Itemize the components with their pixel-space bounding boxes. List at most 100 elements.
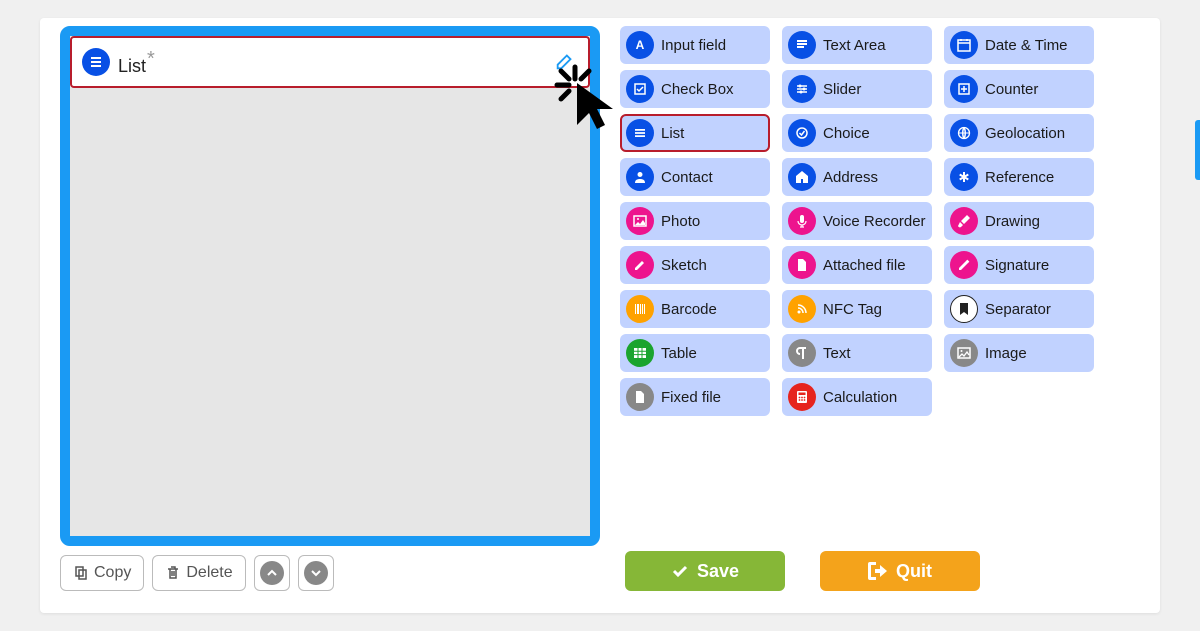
palette-item-geolocation[interactable]: Geolocation xyxy=(944,114,1094,152)
palette-item-label: Check Box xyxy=(661,81,734,98)
palette-item-separator[interactable]: Separator xyxy=(944,290,1094,328)
palette-item-label: Table xyxy=(661,345,697,362)
textarea-icon xyxy=(788,31,816,59)
palette-item-address[interactable]: Address xyxy=(782,158,932,196)
element-toolbar: Copy Delete xyxy=(60,555,334,591)
palette-item-image[interactable]: Image xyxy=(944,334,1094,372)
palette-item-text[interactable]: Text xyxy=(782,334,932,372)
file-icon xyxy=(788,251,816,279)
home-icon xyxy=(788,163,816,191)
palette-item-label: Slider xyxy=(823,81,861,98)
palette-item-label: Barcode xyxy=(661,301,717,318)
list-icon xyxy=(82,48,110,76)
delete-button[interactable]: Delete xyxy=(152,555,245,591)
palette-item-check-box[interactable]: Check Box xyxy=(620,70,770,108)
slider-icon xyxy=(788,75,816,103)
chevron-up-icon xyxy=(260,561,284,585)
edit-icon[interactable] xyxy=(554,50,578,74)
exit-icon xyxy=(868,562,888,580)
photo-icon xyxy=(626,207,654,235)
palette-item-label: Text Area xyxy=(823,37,886,54)
barcode-icon xyxy=(626,295,654,323)
trash-icon xyxy=(165,565,181,581)
palette-item-fixed-file[interactable]: Fixed file xyxy=(620,378,770,416)
palette-item-label: Choice xyxy=(823,125,870,142)
canvas-field-list[interactable]: List* xyxy=(70,36,590,88)
save-label: Save xyxy=(697,561,739,582)
palette-item-barcode[interactable]: Barcode xyxy=(620,290,770,328)
delete-label: Delete xyxy=(186,564,232,582)
palette-item-label: List xyxy=(661,125,684,142)
palette-item-label: Attached file xyxy=(823,257,906,274)
palette-item-table[interactable]: Table xyxy=(620,334,770,372)
palette-item-counter[interactable]: Counter xyxy=(944,70,1094,108)
palette-item-label: Image xyxy=(985,345,1027,362)
palette-item-input-field[interactable]: AInput field xyxy=(620,26,770,64)
file-icon xyxy=(626,383,654,411)
palette-item-label: Sketch xyxy=(661,257,707,274)
palette-item-label: Voice Recorder xyxy=(823,213,926,230)
palette-item-reference[interactable]: Reference xyxy=(944,158,1094,196)
save-button[interactable]: Save xyxy=(625,551,785,591)
pencil-icon xyxy=(626,251,654,279)
palette-item-label: Signature xyxy=(985,257,1049,274)
palette-item-label: Text xyxy=(823,345,851,362)
palette-item-attached-file[interactable]: Attached file xyxy=(782,246,932,284)
letter-a-icon: A xyxy=(626,31,654,59)
palette-item-label: Contact xyxy=(661,169,713,186)
check-circle-icon xyxy=(788,119,816,147)
palette-item-label: Address xyxy=(823,169,878,186)
palette-item-sketch[interactable]: Sketch xyxy=(620,246,770,284)
palette-item-label: Calculation xyxy=(823,389,897,406)
palette-item-text-area[interactable]: Text Area xyxy=(782,26,932,64)
svg-text:A: A xyxy=(636,38,645,52)
brush-icon xyxy=(950,207,978,235)
list-icon xyxy=(626,119,654,147)
quit-button[interactable]: Quit xyxy=(820,551,980,591)
mic-icon xyxy=(788,207,816,235)
palette-item-nfc-tag[interactable]: NFC Tag xyxy=(782,290,932,328)
calendar-icon xyxy=(950,31,978,59)
field-palette: AInput field Check Box List Contact Photo Ske… xyxy=(620,26,1094,416)
palette-item-label: Counter xyxy=(985,81,1038,98)
quit-label: Quit xyxy=(896,561,932,582)
palette-column: Date & Time Counter Geolocation Reference Dr… xyxy=(944,26,1094,416)
palette-item-drawing[interactable]: Drawing xyxy=(944,202,1094,240)
palette-item-list[interactable]: List xyxy=(620,114,770,152)
person-icon xyxy=(626,163,654,191)
palette-column: AInput field Check Box List Contact Photo Ske… xyxy=(620,26,770,416)
palette-item-slider[interactable]: Slider xyxy=(782,70,932,108)
palette-item-contact[interactable]: Contact xyxy=(620,158,770,196)
copy-label: Copy xyxy=(94,564,131,582)
palette-item-label: Drawing xyxy=(985,213,1040,230)
move-up-button[interactable] xyxy=(254,555,290,591)
image-icon xyxy=(950,339,978,367)
plus-box-icon xyxy=(950,75,978,103)
chevron-down-icon xyxy=(304,561,328,585)
action-bar: Save Quit xyxy=(625,551,980,591)
table-icon xyxy=(626,339,654,367)
calculator-icon xyxy=(788,383,816,411)
palette-item-choice[interactable]: Choice xyxy=(782,114,932,152)
palette-item-calculation[interactable]: Calculation xyxy=(782,378,932,416)
canvas-field-label: List* xyxy=(118,48,155,77)
form-canvas[interactable]: List* xyxy=(60,26,600,546)
palette-item-photo[interactable]: Photo xyxy=(620,202,770,240)
palette-item-label: Fixed file xyxy=(661,389,721,406)
palette-item-signature[interactable]: Signature xyxy=(944,246,1094,284)
copy-icon xyxy=(73,565,89,581)
palette-item-label: Geolocation xyxy=(985,125,1065,142)
move-down-button[interactable] xyxy=(298,555,334,591)
bookmark-icon xyxy=(950,295,978,323)
editor-card: List* Copy Delete xyxy=(40,18,1160,613)
palette-item-date-time[interactable]: Date & Time xyxy=(944,26,1094,64)
check-icon xyxy=(671,562,689,580)
palette-item-label: Photo xyxy=(661,213,700,230)
scroll-indicator xyxy=(1195,120,1200,180)
copy-button[interactable]: Copy xyxy=(60,555,144,591)
checkbox-icon xyxy=(626,75,654,103)
asterisk-icon xyxy=(950,163,978,191)
rss-icon xyxy=(788,295,816,323)
pen-icon xyxy=(950,251,978,279)
palette-item-voice-recorder[interactable]: Voice Recorder xyxy=(782,202,932,240)
